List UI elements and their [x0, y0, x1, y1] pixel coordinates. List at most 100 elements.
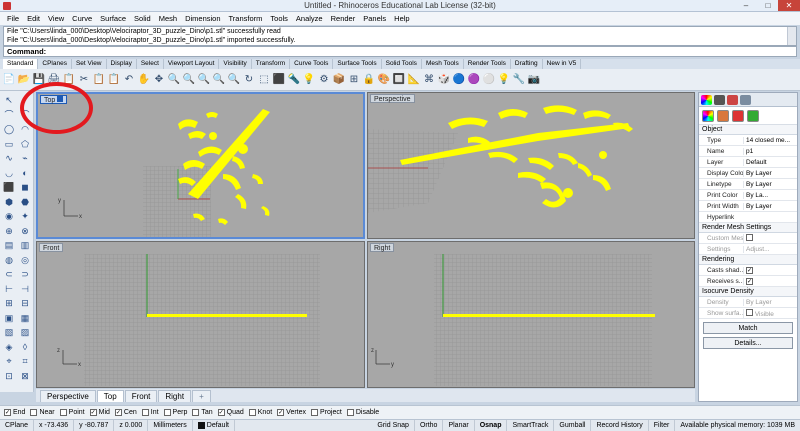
osnap-checkbox[interactable] [141, 409, 149, 416]
toolbar-tool-icon[interactable]: 🔍 [167, 72, 181, 87]
status-planar[interactable]: Planar [443, 420, 475, 431]
sidebar-tool-icon[interactable]: ▨ [17, 325, 33, 340]
tab-front[interactable]: Front [124, 390, 158, 402]
toolbar-tool-icon[interactable]: ↶ [122, 72, 136, 87]
sidebar-tool-icon[interactable]: ⬢ [1, 195, 17, 210]
status-layer[interactable]: Default [193, 420, 235, 431]
status-smarttrack[interactable]: SmartTrack [507, 420, 555, 431]
toolbar-tool-icon[interactable]: 🟣 [467, 72, 481, 87]
sidebar-tool-icon[interactable]: ◎ [17, 253, 33, 268]
osnap-checkbox[interactable] [30, 409, 38, 416]
toolbar-tool-icon[interactable]: 📄 [2, 72, 16, 87]
menu-transform[interactable]: Transform [225, 14, 267, 23]
osnap-near[interactable]: Near [30, 409, 55, 416]
sidebar-tool-icon[interactable]: ⊟ [17, 296, 33, 311]
toolbar-tool-icon[interactable]: 🔵 [452, 72, 466, 87]
toolbar-tool-icon[interactable]: 🔍 [182, 72, 196, 87]
toolbar-tab[interactable]: Visibility [219, 59, 252, 69]
command-input[interactable] [51, 49, 752, 56]
sidebar-tool-icon[interactable]: ◐ [17, 166, 33, 181]
sidebar-tool-icon[interactable]: ⬛ [1, 180, 17, 195]
custom-mesh-checkbox[interactable] [746, 233, 753, 241]
toolbar-tab[interactable]: Select [137, 59, 164, 69]
properties-tab-icon[interactable] [701, 95, 712, 105]
command-history-scrollbar[interactable] [787, 27, 796, 45]
menu-file[interactable]: File [3, 14, 23, 23]
osnap-checkbox[interactable]: ✓ [89, 409, 97, 416]
status-grid-snap[interactable]: Grid Snap [372, 420, 415, 431]
menu-edit[interactable]: Edit [23, 14, 44, 23]
sidebar-tool-icon[interactable]: ⊞ [1, 296, 17, 311]
sidebar-tool-icon[interactable]: ▤ [1, 238, 17, 253]
minimize-button[interactable]: – [735, 0, 757, 11]
menu-tools[interactable]: Tools [266, 14, 292, 23]
osnap-mid[interactable]: ✓ Mid [89, 409, 110, 416]
toolbar-tool-icon[interactable]: 🎲 [437, 72, 451, 87]
sidebar-tool-icon[interactable]: ▥ [17, 238, 33, 253]
menu-dimension[interactable]: Dimension [181, 14, 224, 23]
sidebar-tool-icon[interactable]: ▣ [1, 311, 17, 326]
viewport-front-label[interactable]: Front [39, 243, 64, 252]
sidebar-tool-icon[interactable]: ⌖ [1, 354, 17, 369]
property-value[interactable]: p1 [743, 147, 797, 155]
sidebar-tool-icon[interactable]: ↖ [1, 93, 17, 108]
property-value[interactable]: By Layer [743, 169, 797, 177]
toolbar-tool-icon[interactable]: 🔲 [392, 72, 406, 87]
osnap-tan[interactable]: Tan [192, 409, 213, 416]
osnap-checkbox[interactable]: ✓ [277, 409, 285, 416]
toolbar-tool-icon[interactable]: 📋 [107, 72, 121, 87]
sidebar-tool-icon[interactable]: ⊡ [1, 369, 17, 384]
toolbar-tool-icon[interactable]: 📷 [527, 72, 541, 87]
osnap-disable[interactable]: Disable [346, 409, 379, 416]
toolbar-tab[interactable]: Mesh Tools [422, 59, 464, 69]
status-record-history[interactable]: Record History [591, 420, 649, 431]
status-units[interactable]: Millimeters [148, 420, 193, 431]
toolbar-tool-icon[interactable]: 🔍 [197, 72, 211, 87]
osnap-checkbox[interactable] [192, 409, 200, 416]
toolbar-tool-icon[interactable]: ⬚ [257, 72, 271, 87]
sidebar-tool-icon[interactable]: ⊠ [17, 369, 33, 384]
toolbar-tab[interactable]: CPlanes [38, 59, 72, 69]
osnap-checkbox[interactable] [248, 409, 256, 416]
viewport-right-label[interactable]: Right [370, 243, 395, 252]
toolbar-tool-icon[interactable]: 💡 [497, 72, 511, 87]
status-gumball[interactable]: Gumball [554, 420, 592, 431]
toolbar-tool-icon[interactable]: 📂 [17, 72, 31, 87]
sidebar-tool-icon[interactable]: ∿ [1, 151, 17, 166]
osnap-checkbox[interactable] [59, 409, 67, 416]
osnap-checkbox[interactable]: ✓ [114, 409, 122, 416]
osnap-point[interactable]: Point [59, 409, 85, 416]
property-value[interactable]: By La... [743, 191, 797, 199]
property-value[interactable]: By Layer [743, 202, 797, 210]
menu-help[interactable]: Help [390, 14, 413, 23]
osnap-checkbox[interactable] [346, 409, 354, 416]
status-ortho[interactable]: Ortho [415, 420, 444, 431]
toolbar-tool-icon[interactable]: ⚪ [482, 72, 496, 87]
density-value[interactable]: By Layer [743, 298, 797, 306]
toolbar-tool-icon[interactable]: 🔍 [227, 72, 241, 87]
close-button[interactable]: ✕ [778, 0, 800, 11]
sidebar-tool-icon[interactable]: ⌒ [1, 108, 17, 123]
sidebar-tool-icon[interactable]: ⊢ [1, 282, 17, 297]
menu-panels[interactable]: Panels [359, 14, 390, 23]
osnap-knot[interactable]: Knot [248, 409, 272, 416]
sidebar-tool-icon[interactable]: ◊ [17, 340, 33, 355]
tab-right[interactable]: Right [158, 390, 192, 402]
viewport-perspective-label[interactable]: Perspective [370, 94, 415, 103]
sidebar-tool-icon[interactable]: ▭ [1, 137, 17, 152]
viewport-perspective[interactable]: Perspective [367, 92, 695, 239]
maximize-button[interactable]: □ [757, 0, 779, 11]
osnap-int[interactable]: Int [141, 409, 159, 416]
sidebar-tool-icon[interactable]: ⬠ [17, 137, 33, 152]
toolbar-tab[interactable]: Drafting [511, 59, 543, 69]
toolbar-tool-icon[interactable]: 🔍 [212, 72, 226, 87]
toolbar-tool-icon[interactable]: 🔒 [362, 72, 376, 87]
property-value[interactable]: By Layer [743, 180, 797, 188]
toolbar-tab[interactable]: Display [107, 59, 137, 69]
sidebar-tool-icon[interactable]: ◯ [1, 122, 17, 137]
toolbar-tool-icon[interactable]: 📦 [332, 72, 346, 87]
toolbar-tool-icon[interactable]: 🔧 [512, 72, 526, 87]
toolbar-tab[interactable]: Curve Tools [290, 59, 334, 69]
details-button[interactable]: Details... [703, 337, 793, 349]
toolbar-tool-icon[interactable]: ⊞ [347, 72, 361, 87]
